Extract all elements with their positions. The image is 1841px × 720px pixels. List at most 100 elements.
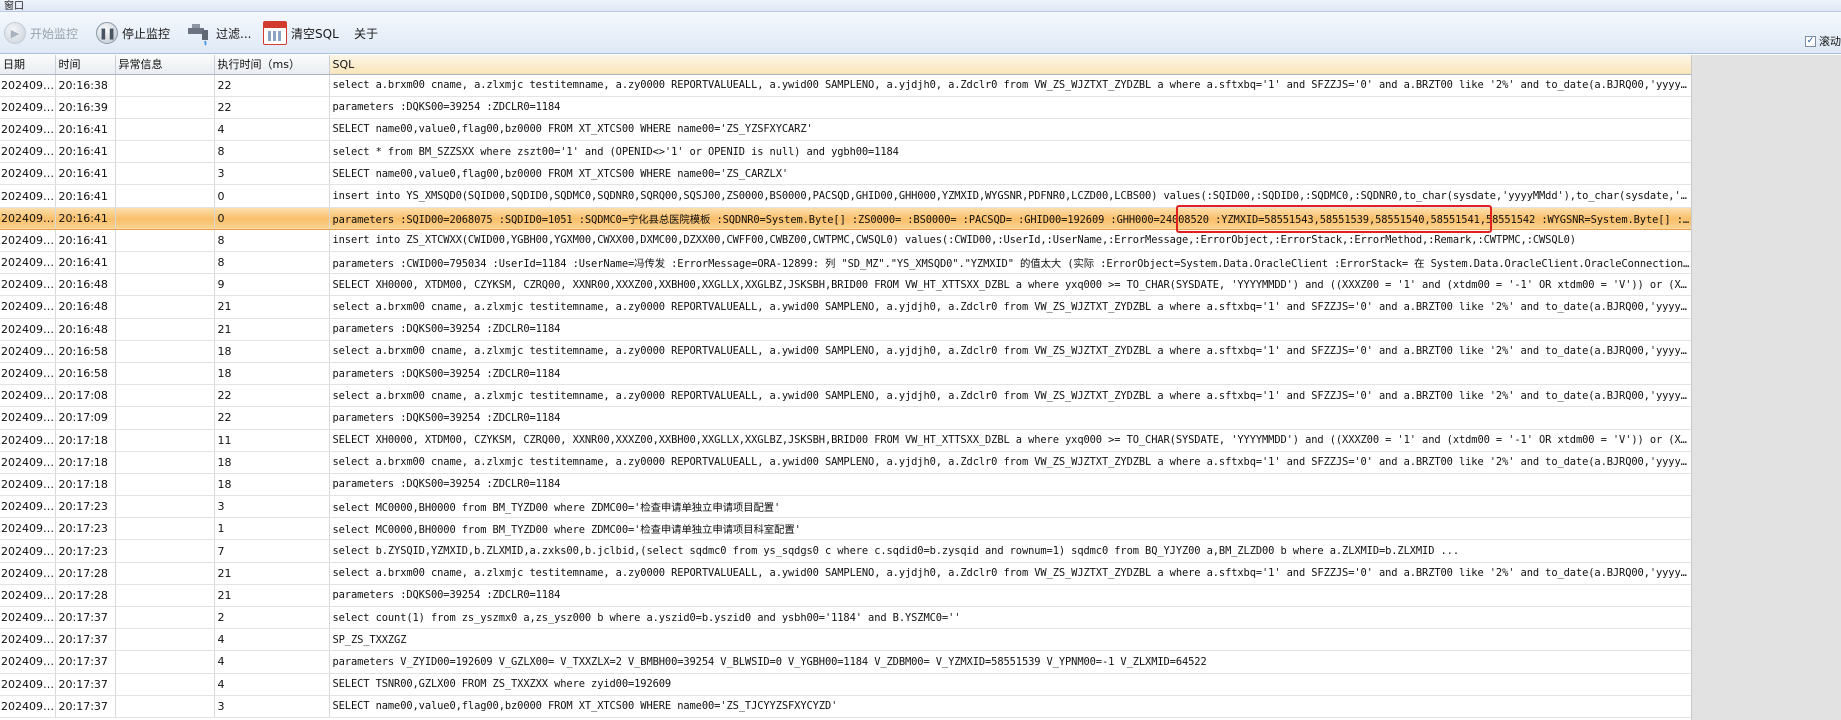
table-row[interactable]: 20240903 20:16:41 3 SELECT name00,value0,fl… (0, 162, 1691, 186)
cell-date: 20240903 (0, 673, 56, 696)
cell-sql: parameters :DQKS00=39254 :ZDCLR0=1184 (329, 584, 1691, 608)
table-row[interactable]: 20240903 20:16:41 0 insert into YS_XMSQD0(S… (0, 184, 1691, 208)
filter-button[interactable]: 过滤... (186, 20, 251, 46)
cell-date: 20240903 (0, 251, 56, 275)
table-row[interactable]: 20240903 20:17:23 3 select MC0000,BH0000 fr… (0, 495, 1691, 519)
cell-sql: SELECT name00,value0,flag00,bz0000 FROM … (329, 695, 1691, 718)
cell-time: 20:16:41 (55, 207, 116, 230)
stop-monitor-label: 停止监控 (122, 26, 171, 41)
table-row[interactable]: 20240903 20:17:28 21 parameters :DQKS00=392… (0, 584, 1691, 608)
cell-date: 20240903 (0, 539, 56, 563)
table-row[interactable]: 20240903 20:17:37 4 SELECT TSNR00,GZLX00 FR… (0, 673, 1691, 696)
cell-time: 20:17:23 (55, 539, 116, 563)
cell-date: 20240903 (0, 140, 56, 164)
cell-sql: parameters :DQKS00=39254 :ZDCLR0=1184 (329, 473, 1691, 497)
table-row[interactable]: 20240903 20:17:28 21 select a.brxm00 cname,… (0, 562, 1691, 585)
cell-time: 20:16:48 (55, 295, 116, 319)
cell-date: 20240903 (0, 295, 56, 319)
column-header-duration[interactable]: 执行时间（ms） (214, 55, 330, 75)
cell-sql: SELECT XH0000, XTDM00, CZYKSM, CZRQ00, X… (329, 429, 1691, 452)
column-header-sql[interactable]: SQL (329, 55, 1691, 75)
cell-sql: parameters V_ZYID00=192609 V_GZLX00= V_T… (329, 650, 1691, 674)
table-header-row: 日期 时间 异常信息 执行时间（ms） SQL (0, 55, 1691, 75)
cell-time: 20:16:41 (55, 162, 116, 186)
table-body: 20240903 20:16:38 22 select a.brxm00 cname,… (0, 74, 1691, 718)
cell-duration: 22 (214, 96, 330, 119)
table-row[interactable]: 20240903 20:16:41 0 parameters :SQID00=2068… (0, 207, 1691, 230)
cell-time: 20:17:28 (55, 584, 116, 608)
table-row[interactable]: 20240903 20:17:23 7 select b.ZYSQID,YZMXID,… (0, 539, 1691, 563)
cell-duration: 4 (214, 118, 330, 142)
play-icon: ▶ (4, 22, 26, 44)
clear-sql-label: 清空SQL (291, 26, 339, 41)
table-row[interactable]: 20240903 20:16:48 21 select a.brxm00 cname,… (0, 295, 1691, 319)
cell-date: 20240903 (0, 118, 56, 142)
table-row[interactable]: 20240903 20:17:37 4 parameters V_ZYID00=192… (0, 650, 1691, 674)
cell-time: 20:16:41 (55, 229, 116, 253)
cell-error (115, 451, 215, 474)
table-row[interactable]: 20240903 20:16:41 8 insert into ZS_XTCWXX(C… (0, 229, 1691, 253)
table-row[interactable]: 20240903 20:17:37 3 SELECT name00,value0,fl… (0, 695, 1691, 718)
pause-icon: ❚❚ (96, 22, 118, 44)
table-row[interactable]: 20240903 20:17:18 18 select a.brxm00 cname,… (0, 451, 1691, 474)
autoscroll-checkbox[interactable]: ✓ (1805, 35, 1816, 47)
table-row[interactable]: 20240903 20:17:23 1 select MC0000,BH0000 fr… (0, 517, 1691, 541)
clear-sql-button[interactable]: 清空SQL (263, 20, 339, 46)
cell-sql: select a.brxm00 cname, a.zlxmjc testitem… (329, 340, 1691, 363)
start-monitor-button[interactable]: ▶ 开始监控 (4, 20, 78, 46)
table-row[interactable]: 20240903 20:16:41 8 parameters :CWID00=7950… (0, 251, 1691, 275)
cell-error (115, 251, 215, 275)
cell-date: 20240903 (0, 96, 56, 119)
cell-time: 20:17:08 (55, 384, 116, 408)
cell-date: 20240903 (0, 406, 56, 430)
cell-error (115, 273, 215, 297)
table-row[interactable]: 20240903 20:17:18 18 parameters :DQKS00=392… (0, 473, 1691, 497)
cell-date: 20240903 (0, 384, 56, 408)
cell-time: 20:17:23 (55, 517, 116, 541)
cell-sql: SP_ZS_TXXZGZ (329, 628, 1691, 652)
sql-log-table: 日期 时间 异常信息 执行时间（ms） SQL 20240903 20:16:38… (0, 55, 1691, 718)
table-row[interactable]: 20240903 20:16:41 4 SELECT name00,value0,fl… (0, 118, 1691, 142)
table-row[interactable]: 20240903 20:16:58 18 select a.brxm00 cname,… (0, 340, 1691, 363)
cell-duration: 3 (214, 162, 330, 186)
table-row[interactable]: 20240903 20:16:48 9 SELECT XH0000, XTDM00, … (0, 273, 1691, 297)
table-row[interactable]: 20240903 20:16:39 22 parameters :DQKS00=392… (0, 96, 1691, 119)
cell-duration: 21 (214, 562, 330, 585)
table-row[interactable]: 20240903 20:17:09 22 parameters :DQKS00=392… (0, 406, 1691, 430)
cell-date: 20240903 (0, 451, 56, 474)
cell-date: 20240903 (0, 207, 56, 230)
table-row[interactable]: 20240903 20:16:58 18 parameters :DQKS00=392… (0, 362, 1691, 386)
cell-duration: 22 (214, 406, 330, 430)
column-header-error[interactable]: 异常信息 (115, 55, 215, 75)
cell-sql: insert into ZS_XTCWXX(CWID00,YGBH00,YGXM… (329, 229, 1691, 253)
stop-monitor-button[interactable]: ❚❚ 停止监控 (96, 20, 170, 46)
filter-label: 过滤... (216, 26, 252, 41)
table-row[interactable]: 20240903 20:17:37 2 select count(1) from zs… (0, 606, 1691, 630)
column-header-date[interactable]: 日期 (0, 55, 56, 75)
table-row[interactable]: 20240903 20:17:08 22 select a.brxm00 cname,… (0, 384, 1691, 408)
cell-duration: 3 (214, 695, 330, 718)
table-row[interactable]: 20240903 20:17:37 4 SP_ZS_TXXZGZ (0, 628, 1691, 652)
cell-duration: 8 (214, 229, 330, 253)
cell-date: 20240903 (0, 229, 56, 253)
table-row[interactable]: 20240903 20:16:38 22 select a.brxm00 cname,… (0, 74, 1691, 97)
cell-duration: 8 (214, 251, 330, 275)
cell-time: 20:16:41 (55, 118, 116, 142)
table-row[interactable]: 20240903 20:17:18 11 SELECT XH0000, XTDM00,… (0, 429, 1691, 452)
table-row[interactable]: 20240903 20:16:41 8 select * from BM_SZZSXX… (0, 140, 1691, 164)
autoscroll-toggle[interactable]: ✓ 滚动 (1805, 33, 1841, 49)
about-button[interactable]: 关于 (354, 20, 378, 46)
cell-time: 20:16:58 (55, 362, 116, 386)
column-header-time[interactable]: 时间 (55, 55, 116, 75)
cell-sql: select a.brxm00 cname, a.zlxmjc testitem… (329, 384, 1691, 408)
cell-error (115, 406, 215, 430)
cell-error (115, 539, 215, 563)
cell-sql: parameters :SQID00=2068075 :SQDID0=1051 … (329, 207, 1691, 230)
toolbar: ▶ 开始监控 ❚❚ 停止监控 过滤... 清空SQL 关于 ✓ 滚动 (0, 12, 1841, 54)
window-title: 窗口 (4, 1, 24, 12)
cell-date: 20240903 (0, 606, 56, 630)
sql-log-grid[interactable]: 日期 时间 异常信息 执行时间（ms） SQL 20240903 20:16:38… (0, 55, 1691, 720)
autoscroll-label: 滚动 (1819, 35, 1841, 48)
cell-error (115, 184, 215, 208)
table-row[interactable]: 20240903 20:16:48 21 parameters :DQKS00=392… (0, 318, 1691, 341)
